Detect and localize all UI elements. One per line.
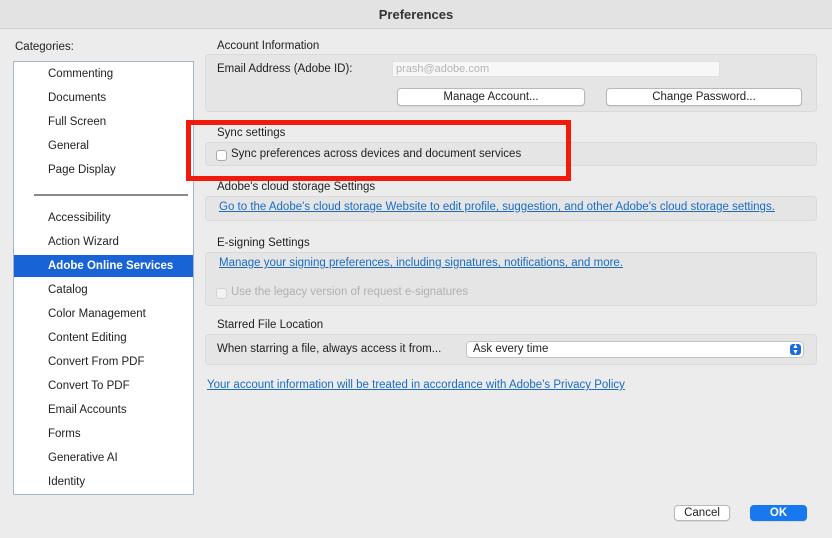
category-identity[interactable]: Identity	[14, 471, 193, 493]
category-general[interactable]: General	[14, 135, 193, 157]
category-separator	[34, 194, 188, 196]
cancel-button[interactable]: Cancel	[674, 505, 730, 521]
manage-account-button[interactable]: Manage Account...	[397, 88, 585, 106]
starred-file-label: When starring a file, always access it f…	[217, 343, 442, 355]
categories-label: Categories:	[15, 41, 74, 53]
sync-preferences-checkbox[interactable]	[216, 150, 227, 161]
category-catalog[interactable]: Catalog	[14, 279, 193, 301]
category-content-editing[interactable]: Content Editing	[14, 327, 193, 349]
starred-file-title: Starred File Location	[217, 319, 324, 331]
categories-list[interactable]: Commenting Documents Full Screen General…	[13, 61, 194, 495]
starred-file-select[interactable]: Ask every time ▲ ▼	[466, 341, 804, 358]
esigning-preferences-link[interactable]: Manage your signing preferences, includi…	[219, 257, 623, 269]
category-convert-to-pdf[interactable]: Convert To PDF	[14, 375, 193, 397]
category-commenting[interactable]: Commenting	[14, 63, 193, 85]
email-label: Email Address (Adobe ID):	[217, 63, 353, 75]
privacy-policy-link[interactable]: Your account information will be treated…	[207, 379, 625, 391]
legacy-esignature-checkbox	[216, 288, 227, 299]
category-color-management[interactable]: Color Management	[14, 303, 193, 325]
change-password-button[interactable]: Change Password...	[606, 88, 802, 106]
cloud-storage-link[interactable]: Go to the Adobe's cloud storage Website …	[219, 201, 775, 213]
email-field: prash@adobe.com	[392, 61, 720, 77]
category-adobe-online-services[interactable]: Adobe Online Services	[14, 255, 193, 277]
legacy-esignature-label: Use the legacy version of request e-sign…	[231, 286, 469, 298]
category-generative-ai[interactable]: Generative AI	[14, 447, 193, 469]
category-action-wizard[interactable]: Action Wizard	[14, 231, 193, 253]
esigning-title: E-signing Settings	[217, 237, 310, 249]
category-email-accounts[interactable]: Email Accounts	[14, 399, 193, 421]
account-information-title: Account Information	[217, 40, 320, 52]
category-convert-from-pdf[interactable]: Convert From PDF	[14, 351, 193, 373]
sync-settings-title: Sync settings	[217, 127, 286, 139]
category-full-screen[interactable]: Full Screen	[14, 111, 193, 133]
category-page-display[interactable]: Page Display	[14, 159, 193, 181]
cloud-storage-title: Adobe's cloud storage Settings	[217, 181, 376, 193]
starred-file-select-value: Ask every time	[473, 343, 549, 355]
window-title: Preferences	[378, 6, 454, 22]
ok-button[interactable]: OK	[750, 505, 807, 521]
category-accessibility[interactable]: Accessibility	[14, 207, 193, 229]
sync-preferences-label[interactable]: Sync preferences across devices and docu…	[231, 148, 521, 160]
category-documents[interactable]: Documents	[14, 87, 193, 109]
window-title-bar: Preferences	[0, 0, 832, 29]
category-forms[interactable]: Forms	[14, 423, 193, 445]
chevron-updown-icon: ▲ ▼	[790, 343, 801, 356]
